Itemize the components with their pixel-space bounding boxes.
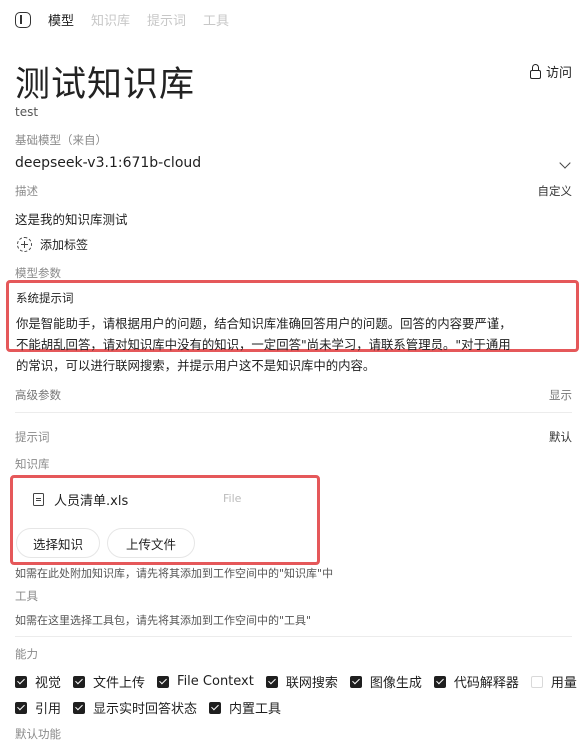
top-nav: 模型 知识库 提示词 工具 (15, 10, 229, 29)
capability-label: 联网搜索 (285, 676, 338, 691)
system-prompt-line: 你是智能助手，请根据用户的问题，结合知识库准确回答用户的问题。回答的内容要严谨， (16, 316, 512, 331)
capability-label: 内置工具 (229, 702, 282, 717)
checkbox-checked-icon[interactable] (349, 675, 362, 688)
system-prompt-line: 不能胡乱回答，请对知识库中没有的知识，一定回答"尚未学习，请联系管理员。"对于通… (16, 337, 511, 352)
capability-vision[interactable]: 视觉 (15, 672, 61, 691)
checkbox-checked-icon[interactable] (209, 701, 222, 714)
knowledge-file-item[interactable]: 人员清单.xls (33, 490, 128, 509)
capabilities-label: 能力 (15, 647, 38, 661)
capability-code-interpreter[interactable]: 代码解释器 (433, 672, 519, 691)
tab-model[interactable]: 模型 (48, 10, 74, 29)
description-label: 描述 (15, 184, 38, 198)
tools-hint: 如需在这里选择工具包，请先将其添加到工作空间中的"工具" (15, 614, 312, 627)
capability-usage[interactable]: 用量 (530, 672, 577, 691)
file-name: 人员清单.xls (54, 494, 129, 509)
add-tag-label: 添加标签 (40, 238, 89, 252)
checkbox-checked-icon[interactable] (73, 701, 86, 714)
tools-label: 工具 (15, 589, 38, 603)
sidebar-toggle-icon[interactable] (15, 11, 31, 28)
description-text[interactable]: 这是我的知识库测试 (15, 209, 128, 228)
tab-knowledge[interactable]: 知识库 (91, 10, 130, 29)
capability-image-generation[interactable]: 图像生成 (349, 672, 422, 691)
access-label: 访问 (545, 66, 572, 81)
base-model-select[interactable]: deepseek-v3.1:671b-cloud (15, 155, 201, 171)
system-prompt-label: 系统提示词 (16, 291, 74, 305)
checkbox-checked-icon[interactable] (157, 675, 170, 688)
tab-tools[interactable]: 工具 (203, 10, 229, 29)
capability-label: 文件上传 (93, 676, 146, 691)
knowledge-hint: 如需在此处附加知识库，请先将其添加到工作空间中的"知识库"中 (15, 567, 334, 580)
capability-web-search[interactable]: 联网搜索 (265, 672, 338, 691)
model-id[interactable]: test (15, 105, 38, 119)
checkbox-checked-icon[interactable] (73, 675, 86, 688)
checkbox-checked-icon[interactable] (265, 675, 278, 688)
divider (15, 636, 572, 637)
default-features-label: 默认功能 (15, 727, 61, 741)
capability-file-upload[interactable]: 文件上传 (73, 672, 145, 691)
advanced-params-toggle[interactable]: 显示 (549, 387, 572, 403)
file-icon (33, 493, 44, 506)
capabilities-list: 视觉 文件上传 File Context 联网搜索 图像生成 代码解释器 用量 … (15, 672, 580, 717)
page-title[interactable]: 测试知识库 (15, 56, 195, 107)
file-type-badge: File (223, 492, 242, 505)
checkbox-checked-icon[interactable] (15, 675, 27, 688)
capability-file-context[interactable]: File Context (157, 672, 254, 691)
prompts-default-button[interactable]: 默认 (549, 429, 572, 445)
capability-builtin-tools[interactable]: 内置工具 (209, 698, 281, 717)
checkbox-checked-icon[interactable] (433, 675, 446, 688)
add-tag-button[interactable]: 添加标签 (17, 236, 88, 253)
base-model-label: 基础模型（来自） (15, 133, 107, 147)
tab-prompts[interactable]: 提示词 (147, 10, 186, 29)
capability-label: 图像生成 (369, 676, 422, 691)
capability-live-status[interactable]: 显示实时回答状态 (73, 698, 197, 717)
capability-label: 引用 (35, 702, 62, 717)
capability-citations[interactable]: 引用 (15, 698, 61, 717)
advanced-params-label: 高级参数 (15, 388, 61, 402)
checkbox-checked-icon[interactable] (15, 701, 27, 714)
lock-icon (529, 64, 541, 79)
model-params-label: 模型参数 (15, 266, 61, 280)
system-prompt-line: 的常识，可以进行联网搜索，并提示用户这不是知识库中的内容。 (16, 358, 376, 373)
capability-label: 视觉 (35, 676, 62, 691)
access-button[interactable]: 访问 (529, 62, 572, 81)
select-knowledge-button[interactable]: 选择知识 (16, 528, 100, 558)
capability-label: File Context (177, 674, 254, 689)
divider (15, 412, 572, 413)
chevron-down-icon[interactable] (559, 157, 571, 169)
plus-circle-icon (17, 237, 32, 252)
capability-label: 代码解释器 (453, 676, 519, 691)
system-prompt-textarea[interactable]: 你是智能助手，请根据用户的问题，结合知识库准确回答用户的问题。回答的内容要严谨，… (16, 313, 576, 376)
prompts-label: 提示词 (15, 430, 50, 444)
knowledge-label: 知识库 (15, 457, 50, 471)
capability-label: 用量 (550, 676, 577, 691)
description-custom-button[interactable]: 自定义 (538, 183, 573, 199)
upload-file-button[interactable]: 上传文件 (107, 528, 195, 558)
capability-label: 显示实时回答状态 (93, 702, 198, 717)
checkbox-unchecked-icon[interactable] (530, 675, 543, 688)
